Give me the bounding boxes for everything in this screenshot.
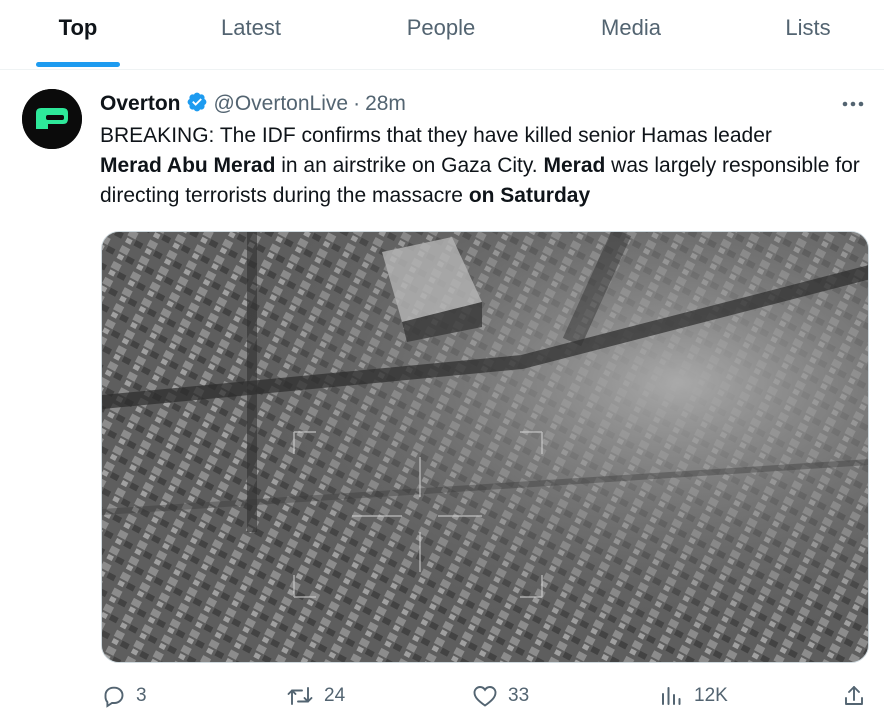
user-handle[interactable]: @OvertonLive (214, 92, 349, 115)
timestamp[interactable]: 28m (365, 92, 406, 115)
more-options-icon[interactable] (840, 91, 866, 117)
share-button[interactable] (842, 681, 866, 710)
tweet-text: BREAKING: The IDF confirms that they hav… (100, 121, 860, 211)
like-button[interactable]: 33 (472, 681, 529, 710)
overton-logo-icon (22, 89, 82, 149)
tweet-header: Overton @OvertonLive · 28m (100, 89, 406, 119)
reply-icon (104, 686, 124, 708)
tweet-text-bold-saturday: on Saturday (468, 184, 591, 207)
like-count: 33 (508, 685, 530, 706)
analytics-icon (662, 687, 681, 705)
tweet-actions: 3 24 33 12K (0, 681, 884, 710)
tweet-media-image[interactable] (101, 231, 869, 663)
retweet-icon (287, 687, 313, 705)
verified-badge-icon (187, 92, 206, 112)
search-tabs: Top Latest People Media Lists (0, 0, 884, 70)
retweet-button[interactable]: 24 (286, 681, 345, 710)
views-count: 12K (694, 685, 728, 706)
tab-top[interactable]: Top (36, 0, 120, 70)
share-icon (845, 686, 863, 705)
retweet-count: 24 (324, 685, 346, 706)
tweet-text-bold-merad: Merad (543, 154, 606, 177)
views-button[interactable]: 12K (660, 681, 728, 710)
active-tab-indicator (36, 62, 120, 67)
tweet[interactable]: Overton @OvertonLive · 28m BREAKING: The ID… (0, 71, 884, 710)
separator-dot: · (353, 92, 361, 115)
tweet-text-part1: BREAKING: The IDF confirms that they hav… (100, 124, 772, 147)
reply-count: 3 (136, 685, 147, 706)
tab-people[interactable]: People (386, 0, 496, 70)
tab-media[interactable]: Media (576, 0, 686, 70)
reply-button[interactable]: 3 (102, 681, 147, 710)
tab-latest[interactable]: Latest (196, 0, 306, 70)
aerial-drone-footage-image (102, 232, 868, 662)
tweet-text-bold-name: Merad Abu Merad (100, 154, 276, 177)
avatar[interactable] (22, 89, 82, 149)
display-name[interactable]: Overton (100, 92, 181, 115)
tab-lists[interactable]: Lists (766, 0, 850, 70)
tweet-text-part2: in an airstrike on Gaza City. (275, 154, 544, 177)
heart-icon (473, 686, 497, 707)
